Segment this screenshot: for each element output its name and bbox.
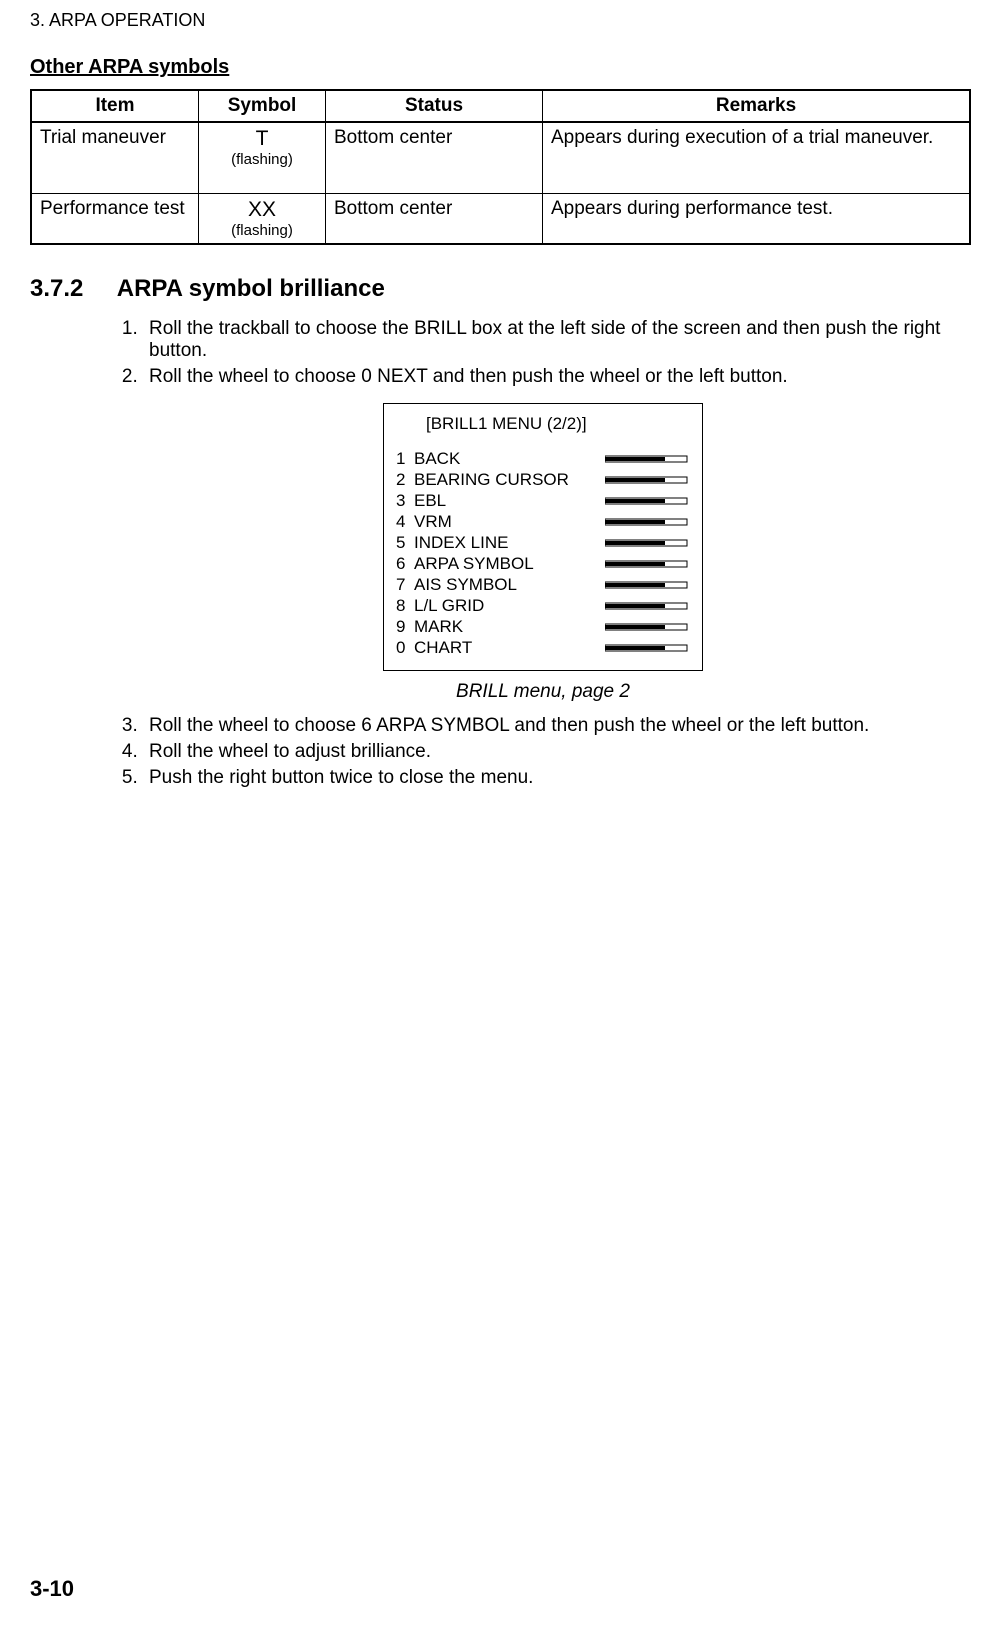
menu-row: 2 BEARING CURSOR [396,469,690,490]
menu-label: CHART [414,637,601,658]
menu-row: 4 VRM [396,511,690,532]
th-symbol: Symbol [199,90,326,122]
cell-remarks: Appears during performance test. [543,194,971,245]
menu-row: 5 INDEX LINE [396,532,690,553]
section-heading: 3.7.2 ARPA symbol brilliance [30,275,971,303]
menu-label: VRM [414,511,601,532]
menu-num: 9 [396,616,414,637]
slider-icon [605,622,690,632]
menu-row: 1 BACK [396,448,690,469]
figure-caption: BRILL menu, page 2 [115,681,971,703]
cell-status: Bottom center [326,122,543,194]
step-item: Roll the wheel to choose 0 NEXT and then… [143,366,971,388]
menu-title: [BRILL1 MENU (2/2)] [426,414,690,434]
step-item: Roll the wheel to choose 6 ARPA SYMBOL a… [143,715,971,737]
menu-num: 6 [396,553,414,574]
menu-num: 7 [396,574,414,595]
slider-icon [605,454,690,464]
cell-item: Trial maneuver [31,122,199,194]
menu-label: L/L GRID [414,595,601,616]
menu-row: 0 CHART [396,637,690,658]
menu-num: 8 [396,595,414,616]
slider-icon [605,580,690,590]
menu-row: 3 EBL [396,490,690,511]
menu-num: 2 [396,469,414,490]
steps-list-a: Roll the trackball to choose the BRILL b… [115,318,971,388]
step-item: Roll the trackball to choose the BRILL b… [143,318,971,362]
step-item: Push the right button twice to close the… [143,767,971,789]
slider-icon [605,538,690,548]
slider-icon [605,559,690,569]
menu-num: 5 [396,532,414,553]
menu-num: 4 [396,511,414,532]
symbol-note: (flashing) [207,222,317,239]
subsection-title: Other ARPA symbols [30,56,971,79]
slider-icon [605,496,690,506]
step-item: Roll the wheel to adjust brilliance. [143,741,971,763]
menu-num: 0 [396,637,414,658]
menu-label: ARPA SYMBOL [414,553,601,574]
slider-icon [605,517,690,527]
menu-label: AIS SYMBOL [414,574,601,595]
menu-label: INDEX LINE [414,532,601,553]
section-title: ARPA symbol brilliance [117,275,385,302]
slider-icon [605,643,690,653]
cell-status: Bottom center [326,194,543,245]
symbol-note: (flashing) [207,151,317,168]
menu-row: 7 AIS SYMBOL [396,574,690,595]
th-status: Status [326,90,543,122]
menu-label: EBL [414,490,601,511]
page-number: 3-10 [30,1576,74,1602]
table-row: Trial maneuver T (flashing) Bottom cente… [31,122,970,194]
slider-icon [605,601,690,611]
menu-num: 3 [396,490,414,511]
section-number: 3.7.2 [30,275,83,302]
th-item: Item [31,90,199,122]
menu-row: 9 MARK [396,616,690,637]
cell-symbol: XX (flashing) [199,194,326,245]
symbol-main: T [207,127,317,151]
symbol-main: XX [207,198,317,222]
steps-list-b: Roll the wheel to choose 6 ARPA SYMBOL a… [115,715,971,789]
chapter-header: 3. ARPA OPERATION [30,10,971,31]
symbols-table: Item Symbol Status Remarks Trial maneuve… [30,89,971,245]
cell-remarks: Appears during execution of a trial mane… [543,122,971,194]
table-row: Performance test XX (flashing) Bottom ce… [31,194,970,245]
menu-num: 1 [396,448,414,469]
menu-label: BEARING CURSOR [414,469,601,490]
slider-icon [605,475,690,485]
menu-row: 8 L/L GRID [396,595,690,616]
brill-menu-box: [BRILL1 MENU (2/2)] 1 BACK 2 BEARING CUR… [383,403,703,671]
menu-label: MARK [414,616,601,637]
th-remarks: Remarks [543,90,971,122]
cell-item: Performance test [31,194,199,245]
menu-label: BACK [414,448,601,469]
menu-row: 6 ARPA SYMBOL [396,553,690,574]
cell-symbol: T (flashing) [199,122,326,194]
